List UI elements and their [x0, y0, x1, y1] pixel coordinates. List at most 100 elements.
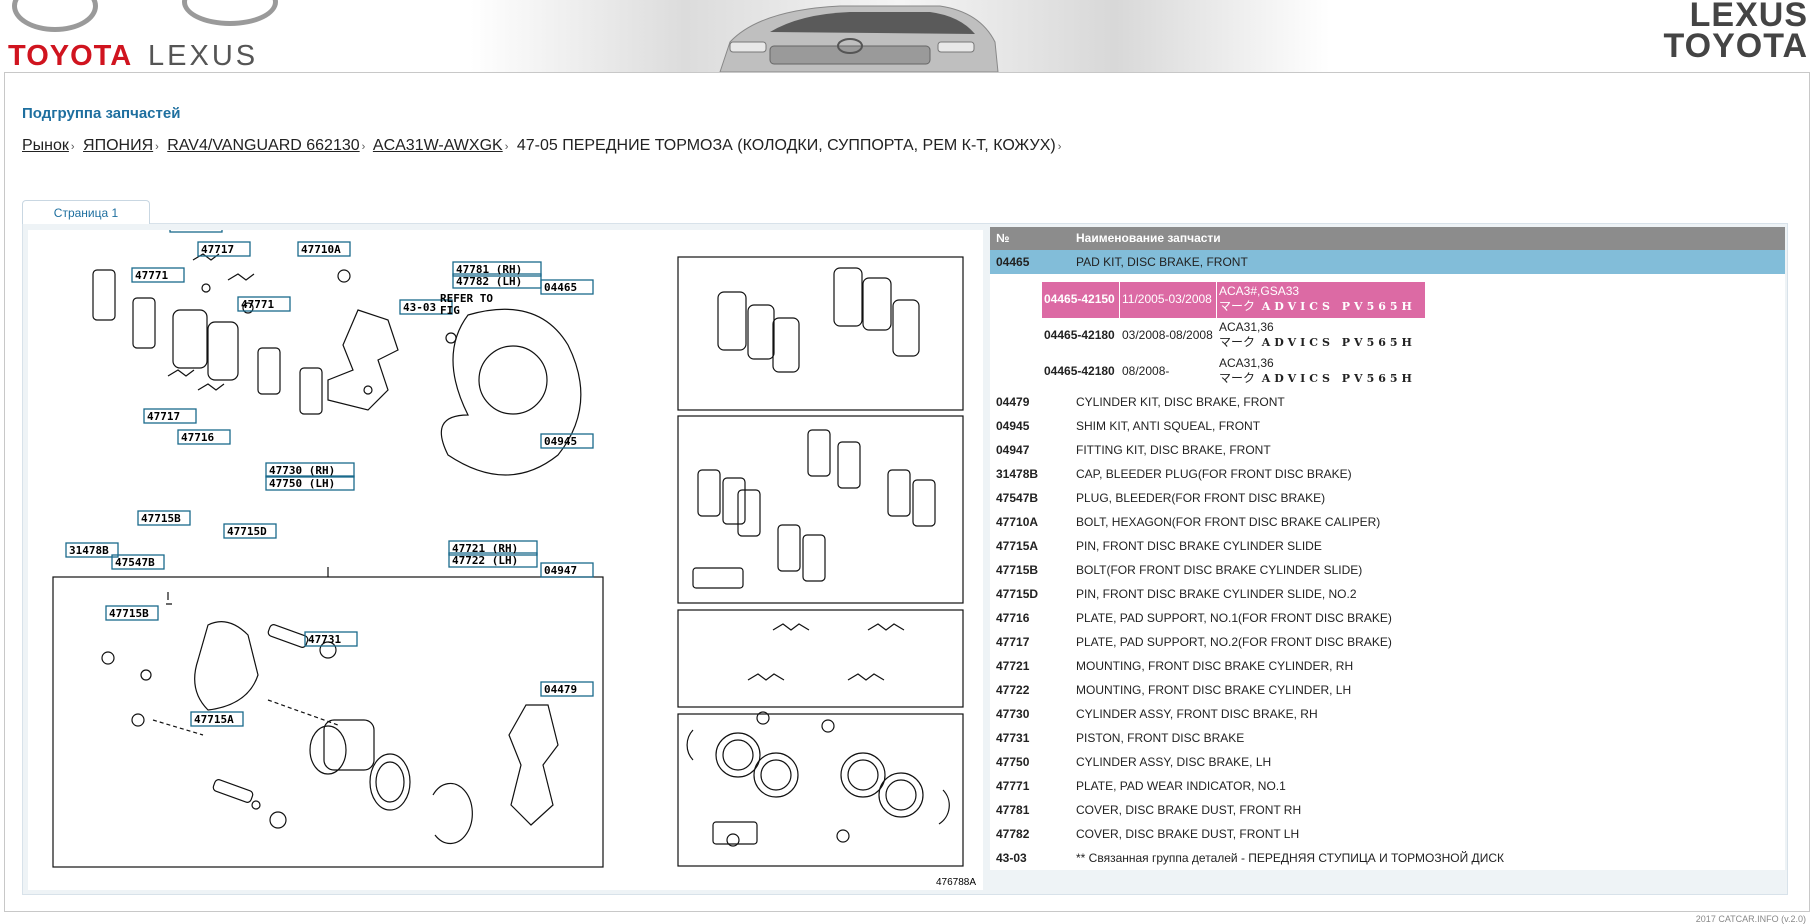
callout-label[interactable]: 47715B	[109, 607, 149, 620]
sub-part-row[interactable]: 04465-42180 08/2008- ACA31,36 マーク ADVICS…	[1042, 354, 1785, 390]
sub-part-number: 04465-42150	[1042, 282, 1120, 318]
part-code: 47715A	[996, 539, 1039, 553]
table-row[interactable]: 47771 PLATE, PAD WEAR INDICATOR, NO.1	[990, 774, 1785, 798]
breadcrumb-separator: ›	[70, 141, 75, 153]
part-name: ** Связанная группа деталей - ПЕРЕДНЯЯ С…	[1076, 851, 1504, 865]
part-code: 04947	[996, 443, 1030, 457]
toyota-logo-text-right: TOYOTA	[1663, 27, 1808, 65]
table-row[interactable]: 47721 MOUNTING, FRONT DISC BRAKE CYLINDER…	[990, 654, 1785, 678]
sub-part-mark: ADVICS PV565H	[1261, 372, 1416, 385]
breadcrumb-separator: ›	[504, 141, 509, 153]
table-row[interactable]: 47715B BOLT(FOR FRONT DISC BRAKE CYLINDER…	[990, 558, 1785, 582]
callout-label[interactable]: 47750 (LH)	[269, 477, 335, 490]
table-row[interactable]: 47750 CYLINDER ASSY, DISC BRAKE, LH	[990, 750, 1785, 774]
table-row[interactable]: 04945 SHIM KIT, ANTI SQUEAL, FRONT	[990, 414, 1785, 438]
brand-logos-right[interactable]: LEXUS TOYOTA	[1618, 0, 1808, 66]
sub-part-info: ACA31,36 マーク ADVICS PV565H	[1217, 318, 1425, 354]
breadcrumb-separator: ›	[1057, 141, 1062, 153]
callout-label[interactable]: 47717	[147, 410, 180, 423]
table-row[interactable]: 47730 CYLINDER ASSY, FRONT DISC BRAKE, RH	[990, 702, 1785, 726]
table-row[interactable]: 47782 COVER, DISC BRAKE DUST, FRONT LH	[990, 822, 1785, 846]
callout-label[interactable]: 47731	[308, 633, 341, 646]
part-name: PAD KIT, DISC BRAKE, FRONT	[1076, 255, 1248, 269]
sub-part-info: ACA3#,GSA33 マーク ADVICS PV565H	[1217, 282, 1425, 318]
callout-label[interactable]: 04479	[544, 683, 577, 696]
part-name: PISTON, FRONT DISC BRAKE	[1076, 731, 1245, 745]
callout-label[interactable]: 04947	[544, 564, 577, 577]
part-code: 47771	[996, 779, 1030, 793]
sub-part-row[interactable]: 04465-42150 11/2005-03/2008 ACA3#,GSA33 …	[1042, 282, 1785, 318]
sub-part-mark-line: マーク ADVICS PV565H	[1219, 335, 1425, 350]
table-row[interactable]: 47547B PLUG, BLEEDER(FOR FRONT DISC BRAKE…	[990, 486, 1785, 510]
part-code: 04945	[996, 419, 1030, 433]
callout-label[interactable]: 04945	[544, 435, 577, 448]
mark-prefix: マーク	[1219, 299, 1256, 313]
part-code: 47717	[996, 635, 1030, 649]
table-row[interactable]: 04465 PAD KIT, DISC BRAKE, FRONT	[990, 250, 1785, 274]
callout-label[interactable]: 43-03	[403, 301, 436, 314]
table-row[interactable]: 43-03 ** Связанная группа деталей - ПЕРЕД…	[990, 846, 1785, 870]
table-row[interactable]: 04479 CYLINDER KIT, DISC BRAKE, FRONT	[990, 390, 1785, 414]
part-code: 47715D	[996, 587, 1039, 601]
callout-label[interactable]: 47771	[135, 269, 168, 282]
callout-label[interactable]: 47715B	[141, 512, 181, 525]
table-row[interactable]: 47781 COVER, DISC BRAKE DUST, FRONT RH	[990, 798, 1785, 822]
callout-label[interactable]: 47716	[173, 230, 206, 232]
part-code: 04479	[996, 395, 1030, 409]
callout-label[interactable]: 47722 (LH)	[452, 554, 518, 567]
part-name: COVER, DISC BRAKE DUST, FRONT RH	[1076, 803, 1302, 817]
sub-part-dates: 11/2005-03/2008	[1120, 282, 1217, 318]
tab-page-1[interactable]: Страница 1	[22, 200, 150, 224]
sub-part-number: 04465-42180	[1044, 328, 1115, 342]
breadcrumb-model[interactable]: RAV4/VANGUARD 662130	[167, 137, 359, 154]
table-row[interactable]: 47717 PLATE, PAD SUPPORT, NO.2(FOR FRONT …	[990, 630, 1785, 654]
callout-label[interactable]: 47715D	[227, 525, 267, 538]
part-name: CAP, BLEEDER PLUG(FOR FRONT DISC BRAKE)	[1076, 467, 1352, 481]
mark-prefix: マーク	[1219, 371, 1256, 385]
callout-label[interactable]: 47782 (LH)	[456, 275, 522, 288]
part-code: 47716	[996, 611, 1030, 625]
parts-table-header: № Наименование запчасти	[990, 227, 1785, 250]
box-04947	[677, 609, 964, 708]
callout-label[interactable]: 04465	[544, 281, 577, 294]
sub-part-mark: ADVICS PV565H	[1261, 336, 1416, 349]
callout-label[interactable]: 31478B	[69, 544, 109, 557]
toyota-emblem-icon	[12, 0, 98, 32]
part-name: CYLINDER ASSY, DISC BRAKE, LH	[1076, 755, 1272, 769]
part-name: BOLT, HEXAGON(FOR FRONT DISC BRAKE CALIP…	[1076, 515, 1381, 529]
parts-table: № Наименование запчасти 04465 PAD KIT, D…	[990, 227, 1785, 870]
part-code: 47721	[996, 659, 1030, 673]
table-row[interactable]: 04947 FITTING KIT, DISC BRAKE, FRONT	[990, 438, 1785, 462]
table-row[interactable]: 47716 PLATE, PAD SUPPORT, NO.1(FOR FRONT …	[990, 606, 1785, 630]
part-name: SHIM KIT, ANTI SQUEAL, FRONT	[1076, 419, 1261, 433]
table-row[interactable]: 47731 PISTON, FRONT DISC BRAKE	[990, 726, 1785, 750]
callout-label[interactable]: 47730 (RH)	[269, 464, 335, 477]
table-row[interactable]: 47710A BOLT, HEXAGON(FOR FRONT DISC BRAKE…	[990, 510, 1785, 534]
part-name: PIN, FRONT DISC BRAKE CYLINDER SLIDE	[1076, 539, 1322, 553]
brand-logos-left[interactable]: TOYOTA LEXUS	[4, 0, 324, 72]
figure-id: 476788A	[936, 877, 976, 888]
callout-label[interactable]: 47716	[181, 431, 214, 444]
sub-part-models: ACA3#,GSA33	[1219, 284, 1300, 298]
box-04945	[677, 415, 964, 604]
part-name: MOUNTING, FRONT DISC BRAKE CYLINDER, RH	[1076, 659, 1354, 673]
refer-text-2: FIG	[440, 304, 460, 317]
breadcrumb-current: 47-05 ПЕРЕДНИЕ ТОРМОЗА (КОЛОДКИ, СУППОРТ…	[516, 137, 1056, 154]
breadcrumb-region[interactable]: ЯПОНИЯ	[83, 137, 153, 154]
callout-label[interactable]: 47547B	[115, 556, 155, 569]
col-no-header: №	[996, 231, 1010, 245]
table-row[interactable]: 31478B CAP, BLEEDER PLUG(FOR FRONT DISC B…	[990, 462, 1785, 486]
sub-part-row[interactable]: 04465-42180 03/2008-08/2008 ACA31,36 マーク…	[1042, 318, 1785, 354]
breadcrumb-market[interactable]: Рынок	[22, 137, 69, 154]
part-code: 47722	[996, 683, 1030, 697]
part-code: 47782	[996, 827, 1030, 841]
part-name: FITTING KIT, DISC BRAKE, FRONT	[1076, 443, 1271, 457]
callout-label[interactable]: 47710A	[301, 243, 341, 256]
callout-label[interactable]: 47715A	[194, 713, 234, 726]
table-row[interactable]: 47722 MOUNTING, FRONT DISC BRAKE CYLINDER…	[990, 678, 1785, 702]
table-row[interactable]: 47715A PIN, FRONT DISC BRAKE CYLINDER SLI…	[990, 534, 1785, 558]
callout-label[interactable]: 47717	[201, 243, 234, 256]
breadcrumb-frame[interactable]: ACA31W-AWXGK	[373, 137, 503, 154]
callout-label[interactable]: 47771	[241, 298, 274, 311]
table-row[interactable]: 47715D PIN, FRONT DISC BRAKE CYLINDER SLI…	[990, 582, 1785, 606]
